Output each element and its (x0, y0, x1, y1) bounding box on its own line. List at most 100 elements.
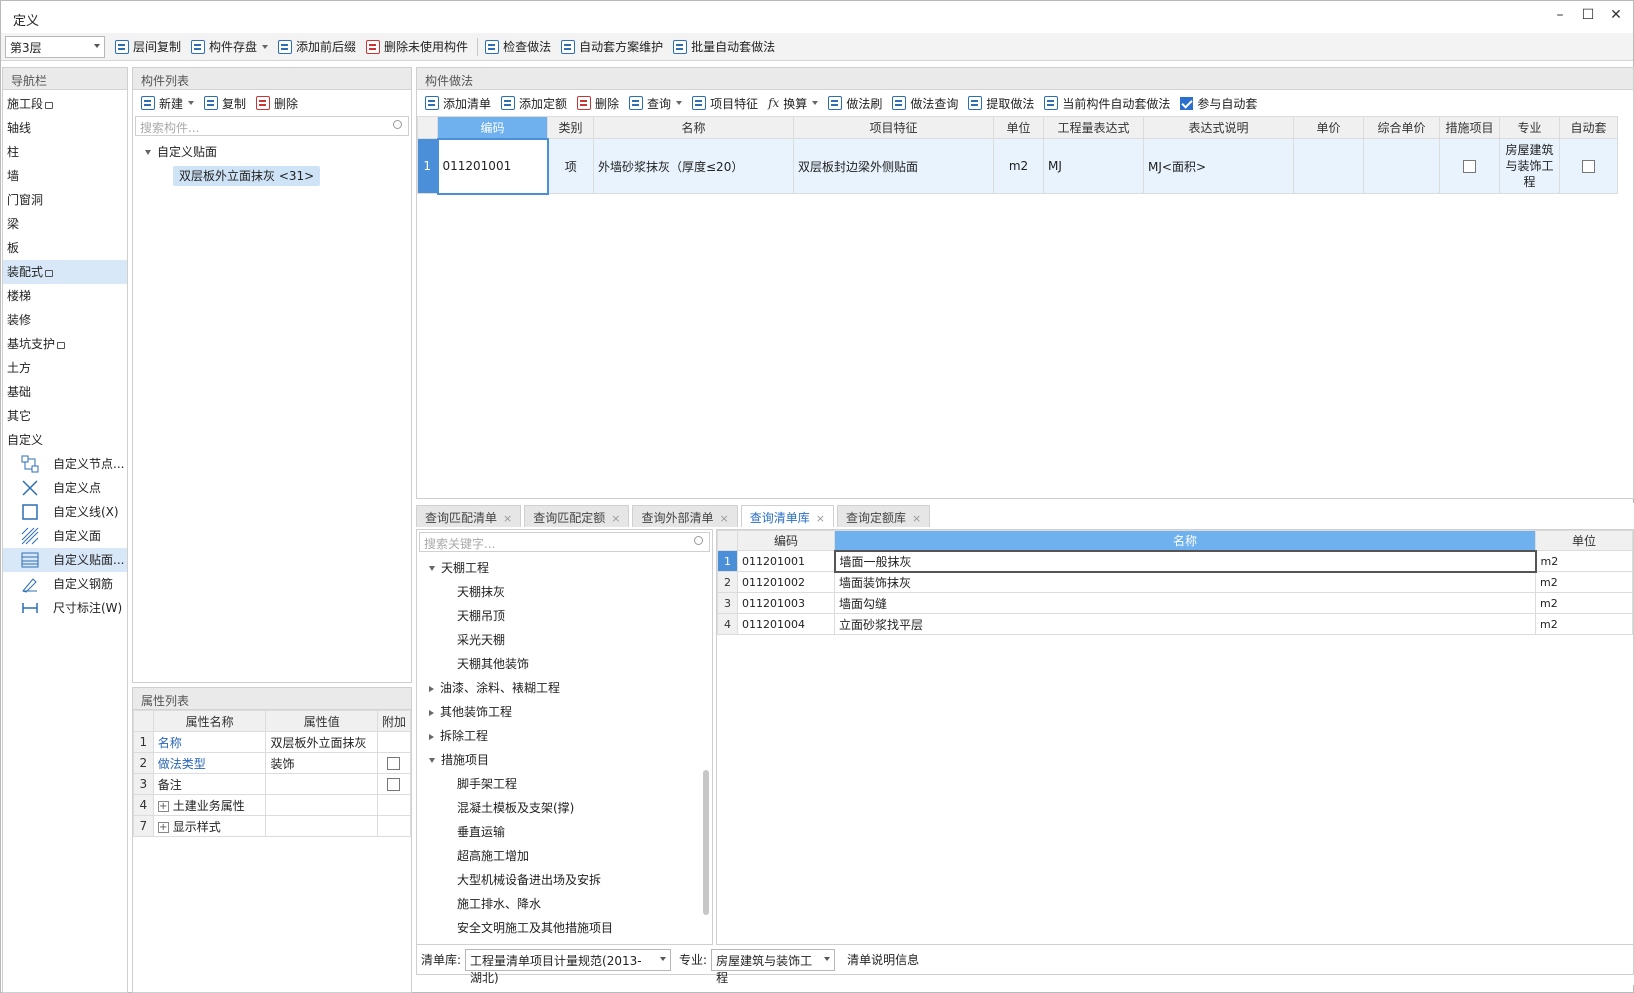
participate-checkbox[interactable] (1180, 96, 1194, 110)
nav-item-prefab[interactable]: 装配式 (3, 260, 127, 284)
tree-category[interactable]: 拆除工程 (417, 724, 712, 748)
component-search-input[interactable]: 搜索构件... (135, 116, 409, 136)
col-header-specialty[interactable]: 专业 (1499, 116, 1560, 139)
tab-match-list[interactable]: 查询匹配清单 × (416, 505, 522, 527)
cell-name[interactable]: 墙面勾缝 (834, 592, 1536, 614)
prop-value[interactable]: 装饰 (265, 752, 378, 774)
library-select[interactable]: 工程量清单项目计量规范(2013-湖北) (465, 948, 672, 985)
table-row[interactable]: 7 + 显示样式 (133, 815, 412, 837)
col-header-expr[interactable]: 工程量表达式 (1043, 116, 1144, 139)
cell-code[interactable]: 011201003 (737, 592, 835, 614)
current-auto-method-button[interactable]: 当前构件自动套做法 (1040, 92, 1176, 114)
cell-expr[interactable]: MJ (1043, 138, 1144, 194)
close-icon[interactable]: × (816, 512, 825, 525)
cell-feature[interactable]: 双层板封边梁外侧贴面 (793, 138, 994, 194)
batch-auto-button[interactable]: 批量自动套做法 (669, 36, 781, 58)
tab-list-library[interactable]: 查询清单库 × (740, 505, 834, 527)
table-row[interactable]: 1 011201001 项 外墙砂浆抹灰（厚度≤20） 双层板封边梁外侧贴面 m… (417, 137, 1618, 195)
close-icon[interactable]: × (719, 512, 728, 525)
expand-icon[interactable] (429, 709, 434, 716)
cell-unit[interactable]: m2 (1535, 571, 1633, 593)
cell-specialty[interactable]: 房屋建筑与装饰工程 (1499, 138, 1560, 194)
collapse-icon[interactable] (429, 758, 435, 763)
table-row[interactable]: 1 名称 双层板外立面抹灰 (133, 731, 412, 753)
table-row[interactable]: 1 011201001 墙面一般抹灰 m2 (717, 549, 1633, 573)
col-header-expr-desc[interactable]: 表达式说明 (1143, 116, 1294, 139)
col-header-code[interactable]: 编码 (737, 530, 835, 551)
close-icon[interactable]: × (611, 512, 620, 525)
nav-item-slab[interactable]: 板 (3, 236, 127, 260)
expand-plus-icon[interactable]: + (157, 821, 169, 833)
table-row[interactable]: 2 011201002 墙面装饰抹灰 m2 (717, 571, 1633, 593)
table-row[interactable]: 3 011201003 墙面勾缝 m2 (717, 592, 1633, 614)
col-header-name[interactable]: 名称 (834, 530, 1536, 551)
col-header-feature[interactable]: 项目特征 (793, 116, 994, 139)
nav-item-foundation[interactable]: 基础 (3, 380, 127, 404)
nav-sub-custom-line[interactable]: 自定义线(X) (3, 500, 127, 524)
expand-icon[interactable] (429, 733, 434, 740)
col-header-total[interactable]: 综合单价 (1363, 116, 1440, 139)
col-header-name[interactable]: 名称 (593, 116, 794, 139)
extra-checkbox[interactable] (387, 757, 401, 770)
tree-leaf[interactable]: 施工排水、降水 (417, 892, 712, 916)
table-row[interactable]: 4 + 土建业务属性 (133, 794, 412, 816)
tree-scrollbar[interactable] (703, 770, 709, 915)
col-header-auto[interactable]: 自动套 (1559, 116, 1618, 139)
tree-category[interactable]: 其他装饰工程 (417, 700, 712, 724)
new-component-button[interactable]: 新建 (137, 92, 200, 114)
col-header-unit[interactable]: 单位 (993, 116, 1044, 139)
cell-name[interactable]: 立面砂浆找平层 (834, 613, 1536, 635)
cell-expr-desc[interactable]: MJ<面积> (1143, 138, 1294, 194)
cell-name[interactable]: 外墙砂浆抹灰（厚度≤20） (593, 138, 794, 194)
cell-unit[interactable]: m2 (1535, 613, 1633, 635)
tree-leaf[interactable]: 天棚抹灰 (417, 580, 712, 604)
cell-name[interactable]: 墙面一般抹灰 (833, 549, 1537, 573)
cell-code[interactable]: 011201004 (737, 613, 835, 635)
close-icon[interactable]: × (503, 512, 512, 525)
tree-leaf[interactable]: 天棚其他装饰 (417, 652, 712, 676)
tree-leaf[interactable]: 大型机械设备进出场及安拆 (417, 868, 712, 892)
tree-leaf[interactable]: 超高施工增加 (417, 844, 712, 868)
item-feature-button[interactable]: 项目特征 (688, 92, 764, 114)
cell-code[interactable]: 011201001 (436, 137, 549, 195)
tree-node-custom-veneer[interactable]: 自定义贴面 (133, 140, 411, 164)
copy-component-button[interactable]: 复制 (200, 92, 252, 114)
nav-item-construction-stage[interactable]: 施工段 (3, 92, 127, 116)
cell-code[interactable]: 011201002 (737, 571, 835, 593)
tree-leaf[interactable]: 采光天棚 (417, 628, 712, 652)
add-list-button[interactable]: 添加清单 (421, 92, 497, 114)
tree-leaf[interactable]: 安全文明施工及其他措施项目 (417, 916, 712, 940)
auto-plan-button[interactable]: 自动套方案维护 (557, 36, 669, 58)
cell-unit[interactable]: m2 (1535, 592, 1633, 614)
expand-icon[interactable] (429, 685, 434, 692)
cell-price[interactable] (1293, 138, 1364, 194)
tree-category[interactable]: 天棚工程 (417, 556, 712, 580)
nav-item-beam[interactable]: 梁 (3, 212, 127, 236)
nav-item-other[interactable]: 其它 (3, 404, 127, 428)
nav-sub-custom-rebar[interactable]: 自定义钢筋 (3, 572, 127, 596)
nav-item-pit-support[interactable]: 基坑支护 (3, 332, 127, 356)
auto-checkbox[interactable] (1582, 160, 1595, 173)
cell-type[interactable]: 项 (547, 138, 594, 194)
save-component-button[interactable]: 构件存盘 (187, 36, 274, 58)
close-icon[interactable]: ✕ (1605, 7, 1627, 27)
tree-category[interactable]: 措施项目 (417, 748, 712, 772)
delete-method-button[interactable]: 删除 (573, 92, 625, 114)
cell-code[interactable]: 011201001 (737, 550, 835, 572)
check-method-button[interactable]: 检查做法 (481, 36, 557, 58)
delete-unused-button[interactable]: 删除未使用构件 (362, 36, 474, 58)
method-query-button[interactable]: 做法查询 (888, 92, 964, 114)
extract-method-button[interactable]: 提取做法 (964, 92, 1040, 114)
method-brush-button[interactable]: 做法刷 (824, 92, 888, 114)
nav-sub-custom-point[interactable]: 自定义点 (3, 476, 127, 500)
library-search-input[interactable]: 搜索关键字... (419, 532, 710, 552)
tree-node-selected-component[interactable]: 双层板外立面抹灰 <31> (133, 164, 411, 188)
table-row[interactable]: 3 备注 (133, 773, 412, 795)
cell-unit[interactable]: m2 (993, 138, 1044, 194)
cell-total[interactable] (1363, 138, 1440, 194)
close-icon[interactable]: × (912, 512, 921, 525)
copy-floor-button[interactable]: 层间复制 (111, 36, 187, 58)
cell-name[interactable]: 墙面装饰抹灰 (834, 571, 1536, 593)
minimize-icon[interactable]: – (1549, 7, 1571, 27)
nav-item-opening[interactable]: 门窗洞 (3, 188, 127, 212)
